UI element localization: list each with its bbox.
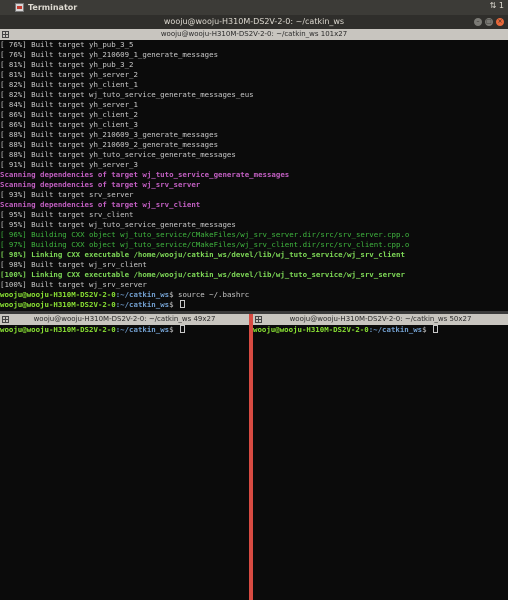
- prompt-path: :~/catkin_ws: [368, 325, 423, 334]
- text-cursor: [433, 325, 439, 333]
- maximize-icon[interactable]: □: [485, 18, 493, 26]
- text-cursor: [180, 300, 186, 308]
- output-line: [ 86%] Built target yh_client_3: [0, 120, 138, 129]
- command-text: source ~/.bashrc: [178, 290, 250, 299]
- window-controls: – □ ×: [474, 18, 504, 26]
- prompt-symbol: $: [422, 325, 432, 334]
- minimize-icon[interactable]: –: [474, 18, 482, 26]
- prompt-path: :~/catkin_ws: [115, 300, 170, 309]
- prompt-user: wooju@wooju-H310M-DS2V-2-0: [253, 325, 369, 334]
- output-line: [ 95%] Built target wj_tuto_service_gene…: [0, 220, 236, 229]
- prompt-path: :~/catkin_ws: [115, 325, 170, 334]
- prompt-symbol: $: [169, 300, 179, 309]
- output-line: [ 86%] Built target yh_client_2: [0, 110, 138, 119]
- close-icon[interactable]: ×: [496, 18, 504, 26]
- prompt-line: wooju@wooju-H310M-DS2V-2-0:~/catkin_ws$: [0, 300, 508, 310]
- output-line: [ 95%] Built target srv_client: [0, 210, 134, 219]
- output-line: [ 82%] Built target wj_tuto_service_gene…: [0, 90, 254, 99]
- prompt-user: wooju@wooju-H310M-DS2V-2-0: [0, 325, 116, 334]
- output-line: [ 81%] Built target yh_pub_3_2: [0, 60, 134, 69]
- output-line: Scanning dependencies of target wj_tuto_…: [0, 170, 290, 179]
- terminal-grid-icon[interactable]: [2, 316, 9, 323]
- terminal-header-right[interactable]: wooju@wooju-H310M-DS2V-2-0: ~/catkin_ws …: [253, 314, 508, 325]
- output-line: [ 96%] Building CXX object wj_tuto_servi…: [0, 230, 410, 239]
- output-line: [ 76%] Built target yh_pub_3_5: [0, 40, 134, 49]
- output-line: [ 88%] Built target yh_tuto_service_gene…: [0, 150, 236, 159]
- system-top-bar: Terminator ⇅ 1: [0, 0, 508, 15]
- terminal-header-title: wooju@wooju-H310M-DS2V-2-0: ~/catkin_ws …: [289, 315, 472, 323]
- app-menu-label[interactable]: Terminator: [28, 3, 77, 12]
- output-line: [100%] Linking CXX executable /home/wooj…: [0, 270, 405, 279]
- prompt-user: wooju@wooju-H310M-DS2V-2-0: [0, 300, 116, 309]
- window-title: wooju@wooju-H310M-DS2V-2-0: ~/catkin_ws: [163, 17, 345, 26]
- output-line: [ 84%] Built target yh_server_1: [0, 100, 138, 109]
- window-title-bar[interactable]: wooju@wooju-H310M-DS2V-2-0: ~/catkin_ws …: [0, 15, 508, 29]
- prompt-symbol: $: [169, 325, 179, 334]
- terminal-left[interactable]: wooju@wooju-H310M-DS2V-2-0:~/catkin_ws$: [0, 325, 249, 600]
- text-cursor: [180, 325, 186, 333]
- output-line: [100%] Built target wj_srv_server: [0, 280, 147, 289]
- terminal-grid-icon[interactable]: [2, 31, 9, 38]
- terminal-header-title: wooju@wooju-H310M-DS2V-2-0: ~/catkin_ws …: [160, 30, 348, 38]
- output-line: [ 88%] Built target yh_210609_2_generate…: [0, 140, 219, 149]
- output-line: [ 91%] Built target yh_server_3: [0, 160, 138, 169]
- output-line: [ 98%] Built target wj_srv_client: [0, 260, 147, 269]
- output-line: [ 81%] Built target yh_server_2: [0, 70, 138, 79]
- terminator-icon: [15, 3, 24, 12]
- output-line: Scanning dependencies of target wj_srv_c…: [0, 200, 201, 209]
- output-line: [ 93%] Built target srv_server: [0, 190, 134, 199]
- prompt-line: wooju@wooju-H310M-DS2V-2-0:~/catkin_ws$: [253, 325, 508, 335]
- terminal-header-title: wooju@wooju-H310M-DS2V-2-0: ~/catkin_ws …: [33, 315, 216, 323]
- prompt-line: wooju@wooju-H310M-DS2V-2-0:~/catkin_ws$: [0, 325, 249, 335]
- prompt-path: :~/catkin_ws: [115, 290, 170, 299]
- output-line: Scanning dependencies of target wj_srv_s…: [0, 180, 201, 189]
- prompt-symbol: $: [169, 290, 179, 299]
- output-line: [ 97%] Building CXX object wj_tuto_servi…: [0, 240, 410, 249]
- terminal-right[interactable]: wooju@wooju-H310M-DS2V-2-0:~/catkin_ws$: [253, 325, 508, 600]
- terminal-grid-icon[interactable]: [255, 316, 262, 323]
- output-line: [ 98%] Linking CXX executable /home/wooj…: [0, 250, 405, 259]
- prompt-user: wooju@wooju-H310M-DS2V-2-0: [0, 290, 116, 299]
- output-line: [ 88%] Built target yh_210609_3_generate…: [0, 130, 219, 139]
- terminal-main[interactable]: [ 76%] Built target yh_pub_3_5[ 76%] Bui…: [0, 40, 508, 311]
- terminal-header-left[interactable]: wooju@wooju-H310M-DS2V-2-0: ~/catkin_ws …: [0, 314, 249, 325]
- output-line: [ 82%] Built target yh_client_1: [0, 80, 138, 89]
- prompt-line: wooju@wooju-H310M-DS2V-2-0:~/catkin_ws$ …: [0, 290, 508, 300]
- terminal-header-main[interactable]: wooju@wooju-H310M-DS2V-2-0: ~/catkin_ws …: [0, 29, 508, 40]
- output-line: [ 76%] Built target yh_210609_1_generate…: [0, 50, 219, 59]
- network-indicator-icon[interactable]: ⇅ 1: [490, 1, 504, 10]
